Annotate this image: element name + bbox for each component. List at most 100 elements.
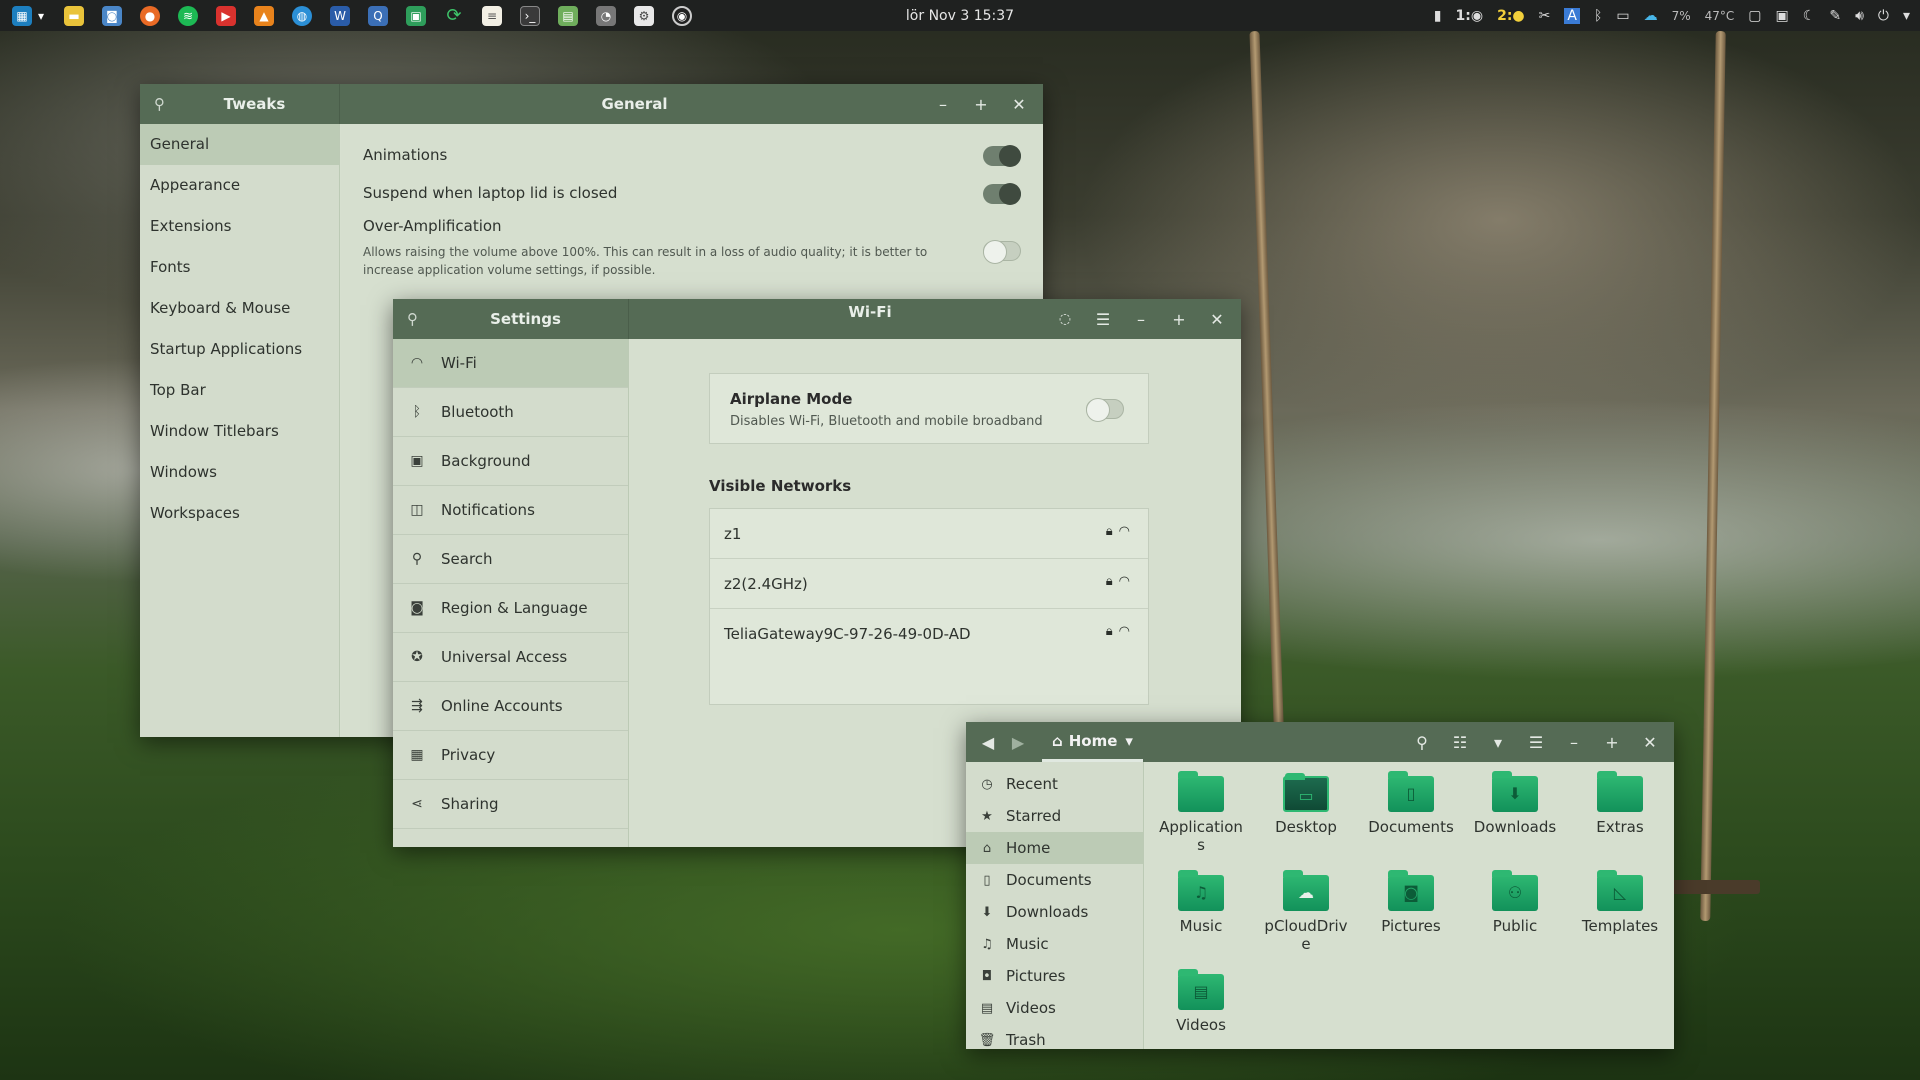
sidebar-item-extensions[interactable]: Extensions [140,206,339,247]
folder-pictures[interactable]: ◙ Pictures [1361,870,1461,935]
display-icon[interactable]: ▭ [1616,8,1629,24]
obs-icon[interactable]: ◉ [672,5,692,26]
clipboard-icon[interactable]: ▢ [1748,8,1761,24]
sidebar-item-startup-applications[interactable]: Startup Applications [140,329,339,370]
maximize-button[interactable]: + [967,90,995,118]
folder-templates[interactable]: ◺ Templates [1570,870,1670,935]
keyboard-layout-icon[interactable]: A [1564,7,1580,24]
terminal-icon[interactable]: ›_ [520,5,540,26]
airplane-mode-toggle[interactable] [1086,398,1124,422]
system-monitor-icon[interactable]: ◔ [596,5,616,26]
suspend-toggle[interactable] [983,183,1021,205]
sidebar-item-trash[interactable]: 🗑︎ Trash [966,1024,1143,1056]
sidebar-item-general[interactable]: General [140,124,339,165]
night-mode-icon[interactable]: ☾ [1803,8,1816,24]
settings-icon[interactable]: ⚙ [634,5,654,26]
input-icon[interactable]: ▣ [1776,8,1789,24]
qbittorrent-icon[interactable]: Q [368,5,388,26]
search-icon[interactable]: ⚲ [407,311,423,327]
sidebar-item-notifications[interactable]: ◫ Notifications [393,486,628,535]
firefox-icon[interactable]: ● [140,5,160,26]
globe-icon[interactable]: ◍ [292,5,312,26]
sidebar-item-home[interactable]: ⌂ Home [966,832,1143,864]
folder-downloads[interactable]: ⬇ Downloads [1465,771,1565,836]
chevron-down-icon[interactable]: ▾ [1903,8,1910,24]
word-icon[interactable]: W [330,5,350,26]
folder-videos[interactable]: ▤ Videos [1151,969,1251,1034]
terminal-green-icon[interactable]: ▣ [406,5,426,26]
vlc-icon[interactable]: ▲ [254,5,274,26]
animations-toggle[interactable] [983,145,1021,167]
image-viewer-icon[interactable]: ▤ [558,5,578,26]
sidebar-item-online-accounts[interactable]: ⇶ Online Accounts [393,682,628,731]
network-row[interactable]: z2(2.4GHz) 🔒︎◠ [710,559,1148,609]
folder-desktop[interactable]: ▭ Desktop [1256,773,1356,836]
workspace-indicator-2[interactable]: 2:● [1497,8,1525,24]
sidebar-item-universal-access[interactable]: ✪ Universal Access [393,633,628,682]
pen-icon[interactable]: ✎ [1829,8,1841,24]
folder-public[interactable]: ⚇ Public [1465,870,1565,935]
sidebar-item-videos[interactable]: ▤ Videos [966,992,1143,1024]
sidebar-item-wifi[interactable]: ◠ Wi-Fi [393,339,628,388]
notes-icon[interactable]: ≡ [482,5,502,26]
sticky-notes-icon[interactable]: ▬ [64,5,84,26]
folder-extras[interactable]: Extras [1570,771,1670,836]
sidebar-item-keyboard-mouse[interactable]: Keyboard & Mouse [140,288,339,329]
close-button[interactable]: ✕ [1203,305,1231,333]
view-dropdown-button[interactable]: ▾ [1484,728,1512,756]
sidebar-item-starred[interactable]: ★ Starred [966,800,1143,832]
search-button[interactable]: ⚲ [1408,728,1436,756]
volume-icon[interactable]: 🔊︎ [1855,8,1864,24]
hamburger-menu-button[interactable]: ☰ [1089,305,1117,333]
sidebar-item-sharing[interactable]: ⋖ Sharing [393,780,628,829]
screenshot-icon[interactable]: ◙ [102,5,122,26]
maximize-button[interactable]: + [1165,305,1193,333]
back-button[interactable]: ◀ [974,728,1002,756]
sidebar-item-search[interactable]: ⚲ Search [393,535,628,584]
minimize-button[interactable]: – [1127,305,1155,333]
network-row[interactable]: TeliaGateway9C-97-26-49-0D-AD 🔒︎◠ [710,609,1148,659]
sidebar-item-workspaces[interactable]: Workspaces [140,493,339,534]
refresh-icon[interactable]: ⟳ [444,5,464,26]
menu-icon[interactable]: ▦ [12,5,32,26]
hamburger-menu-button[interactable]: ☰ [1522,728,1550,756]
folder-applications[interactable]: Application s [1151,771,1251,854]
network-row[interactable]: z1 🔒︎◠ [710,509,1148,559]
tray-app-icon[interactable]: ▮ [1434,8,1442,24]
power-icon[interactable]: ⏻ [1878,8,1889,24]
close-button[interactable]: ✕ [1636,728,1664,756]
sidebar-item-window-titlebars[interactable]: Window Titlebars [140,411,339,452]
view-options-button[interactable]: ☷ [1446,728,1474,756]
sidebar-item-top-bar[interactable]: Top Bar [140,370,339,411]
sidebar-item-downloads[interactable]: ⬇ Downloads [966,896,1143,928]
maximize-button[interactable]: + [1598,728,1626,756]
tools-icon[interactable]: ✂ [1539,8,1551,24]
cloud-icon[interactable]: ☁ [1644,8,1658,24]
chevron-down-icon[interactable]: ▾ [36,6,46,26]
spotify-icon[interactable]: ≋ [178,5,198,26]
location-button[interactable]: ⌂ Home ▾ [1042,722,1143,762]
sidebar-item-documents[interactable]: ▯ Documents [966,864,1143,896]
sidebar-item-music[interactable]: ♫ Music [966,928,1143,960]
close-button[interactable]: ✕ [1005,90,1033,118]
minimize-button[interactable]: – [929,90,957,118]
folder-pclouddrive[interactable]: ☁ pCloudDriv e [1256,870,1356,953]
over-amplification-toggle[interactable] [983,240,1021,264]
folder-documents[interactable]: ▯ Documents [1361,771,1461,836]
clock[interactable]: lör Nov 3 15:37 [906,8,1014,24]
sidebar-item-region-language[interactable]: ◙ Region & Language [393,584,628,633]
youtube-icon[interactable]: ▶ [216,5,236,26]
minimize-button[interactable]: – [1560,728,1588,756]
sidebar-item-bluetooth[interactable]: ᛒ Bluetooth [393,388,628,437]
forward-button[interactable]: ▶ [1004,728,1032,756]
sidebar-item-recent[interactable]: ◷ Recent [966,768,1143,800]
folder-music[interactable]: ♫ Music [1151,870,1251,935]
sidebar-item-appearance[interactable]: Appearance [140,165,339,206]
sidebar-item-fonts[interactable]: Fonts [140,247,339,288]
sidebar-item-privacy[interactable]: ▦ Privacy [393,731,628,780]
sidebar-item-windows[interactable]: Windows [140,452,339,493]
workspace-indicator-1[interactable]: 1:◉ [1456,8,1484,24]
search-icon[interactable]: ⚲ [154,96,170,112]
sidebar-item-pictures[interactable]: ◘ Pictures [966,960,1143,992]
bluetooth-icon[interactable]: ᛒ [1594,8,1602,24]
